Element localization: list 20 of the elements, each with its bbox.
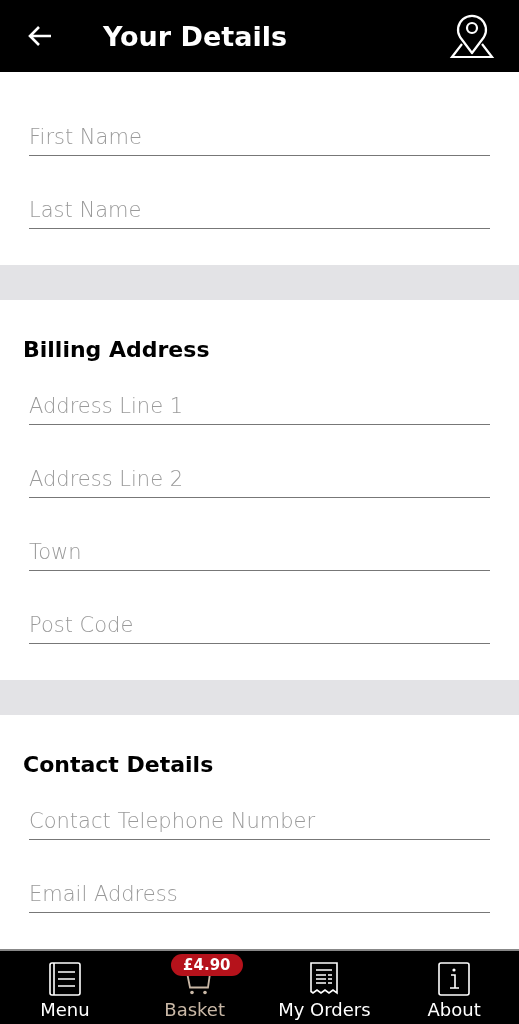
map-pin-icon[interactable] xyxy=(449,13,495,59)
input-field[interactable]: Address Line 1 xyxy=(29,387,490,425)
nav-tab[interactable]: My Orders xyxy=(259,951,390,1024)
nav-tab[interactable]: Menu xyxy=(0,951,130,1024)
input-field[interactable]: Last Name xyxy=(29,191,490,229)
menu-book-icon xyxy=(46,961,83,997)
input-field[interactable]: Email Address xyxy=(29,875,490,913)
section-title: Contact Details xyxy=(23,751,215,779)
input-field[interactable]: First Name xyxy=(29,118,490,156)
input-field[interactable]: Town xyxy=(29,533,490,571)
page-title: Your Details xyxy=(103,20,288,52)
section-title: Billing Address xyxy=(23,336,211,364)
nav-tab[interactable]: About xyxy=(389,951,519,1024)
input-field[interactable]: Address Line 2 xyxy=(29,460,490,498)
back-button[interactable] xyxy=(27,25,53,47)
input-field[interactable]: Post Code xyxy=(29,606,490,644)
price-badge: £4.90 xyxy=(171,954,243,976)
info-icon xyxy=(436,961,473,997)
input-field[interactable]: Contact Telephone Number xyxy=(29,802,490,840)
nav-tab[interactable]: Basket £4.90 xyxy=(129,951,260,1024)
